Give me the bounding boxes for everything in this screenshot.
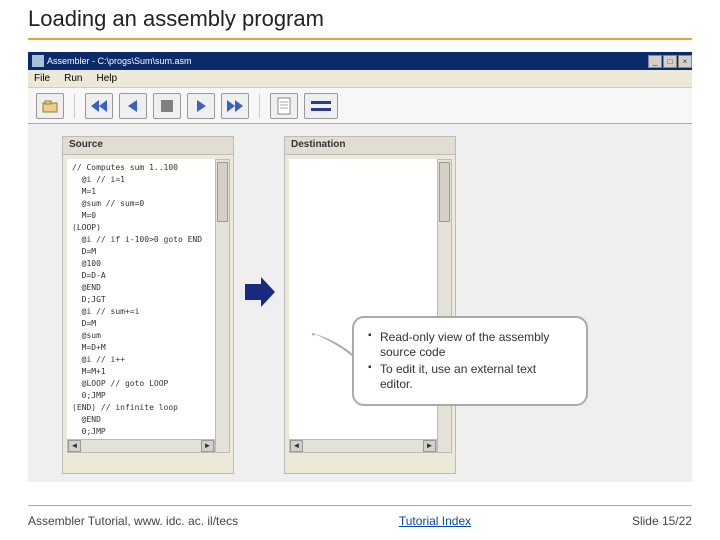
dest-vscroll[interactable] xyxy=(437,159,452,453)
separator xyxy=(259,94,260,118)
app-window: Assembler - C:\progs\Sum\sum.asm _ □ × F… xyxy=(28,52,692,482)
menu-help[interactable]: Help xyxy=(96,73,117,84)
scroll-thumb[interactable] xyxy=(217,162,228,222)
footer-left: Assembler Tutorial, www. idc. ac. il/tec… xyxy=(28,514,238,528)
source-panel-header: Source xyxy=(63,137,233,155)
toolbar xyxy=(28,88,692,124)
separator xyxy=(74,94,75,118)
destination-panel: Destination ◄ ► xyxy=(284,136,456,474)
scroll-thumb[interactable] xyxy=(439,162,450,222)
callout-tail xyxy=(310,332,355,377)
slide-number: Slide 15/22 xyxy=(632,514,692,528)
source-panel: Source // Computes sum 1..100 @i // i=1 … xyxy=(62,136,234,474)
fast-fwd-icon xyxy=(225,98,245,114)
window-title: Assembler - C:\progs\Sum\sum.asm xyxy=(47,56,192,66)
step-back-button[interactable] xyxy=(119,93,147,119)
paper-icon xyxy=(276,97,292,115)
open-icon xyxy=(41,98,59,114)
footer: Assembler Tutorial, www. idc. ac. il/tec… xyxy=(28,514,692,528)
step-fwd-icon xyxy=(193,98,209,114)
callout-box: Read-only view of the assembly source co… xyxy=(352,316,588,406)
scroll-right-icon[interactable]: ► xyxy=(201,440,214,452)
translate-arrow-icon xyxy=(241,274,277,315)
close-button[interactable]: × xyxy=(678,55,692,68)
step-back-icon xyxy=(125,98,141,114)
menubar: File Run Help xyxy=(28,70,692,88)
fast-fwd-button[interactable] xyxy=(221,93,249,119)
slide-title: Loading an assembly program xyxy=(28,6,324,32)
destination-panel-header: Destination xyxy=(285,137,455,155)
document-button[interactable] xyxy=(270,93,298,119)
title-underline xyxy=(28,38,692,40)
source-hscroll[interactable]: ◄ ► xyxy=(67,439,215,453)
scroll-left-icon[interactable]: ◄ xyxy=(68,440,81,452)
scroll-left-icon[interactable]: ◄ xyxy=(290,440,303,452)
callout-item-2: To edit it, use an external text editor. xyxy=(368,362,572,392)
destination-code-view xyxy=(289,159,437,453)
app-icon xyxy=(32,55,44,67)
minimize-button[interactable]: _ xyxy=(648,55,662,68)
scroll-right-icon[interactable]: ► xyxy=(423,440,436,452)
menu-file[interactable]: File xyxy=(34,73,50,84)
step-fwd-button[interactable] xyxy=(187,93,215,119)
equals-icon xyxy=(309,98,333,114)
pause-button[interactable] xyxy=(153,93,181,119)
open-button[interactable] xyxy=(36,93,64,119)
maximize-button[interactable]: □ xyxy=(663,55,677,68)
equals-button[interactable] xyxy=(304,93,338,119)
tutorial-index-link[interactable]: Tutorial Index xyxy=(399,514,471,528)
fast-back-button[interactable] xyxy=(85,93,113,119)
content-area: Source // Computes sum 1..100 @i // i=1 … xyxy=(28,124,692,482)
source-code-view: // Computes sum 1..100 @i // i=1 M=1 @su… xyxy=(67,159,215,453)
footer-divider xyxy=(28,505,692,506)
callout-item-1: Read-only view of the assembly source co… xyxy=(368,330,572,360)
dest-hscroll[interactable]: ◄ ► xyxy=(289,439,437,453)
menu-run[interactable]: Run xyxy=(64,73,82,84)
titlebar: Assembler - C:\progs\Sum\sum.asm _ □ × xyxy=(28,52,692,70)
pause-icon xyxy=(160,99,174,113)
source-vscroll[interactable] xyxy=(215,159,230,453)
fast-back-icon xyxy=(89,98,109,114)
